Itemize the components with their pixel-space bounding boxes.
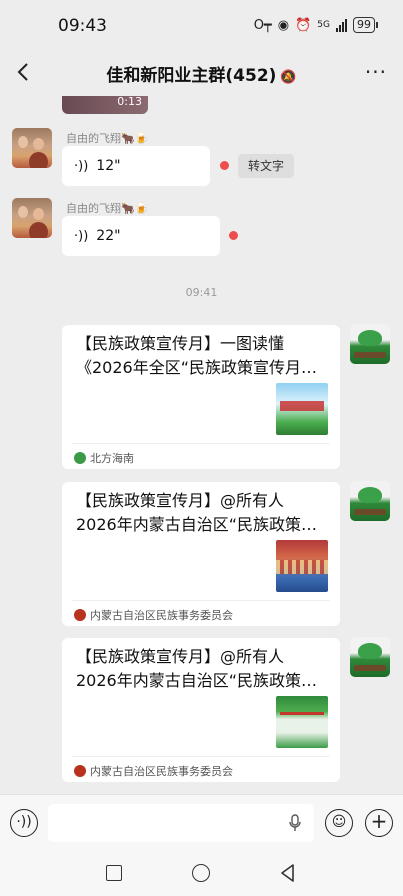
eye-icon: ◉: [277, 17, 290, 33]
card-thumbnail: [276, 540, 328, 592]
article-card[interactable]: 【民族政策宣传月】@所有人 2026年内蒙古自治区“民族政策… 内蒙古自治区民族…: [62, 482, 340, 626]
emoji-icon[interactable]: ☺: [325, 809, 353, 837]
avatar[interactable]: [12, 128, 52, 168]
card-title: 【民族政策宣传月】@所有人 2026年内蒙古自治区“民族政策…: [76, 645, 328, 693]
network-label: 5G: [317, 20, 330, 30]
card-divider: [72, 443, 330, 444]
source-logo-icon: [74, 609, 86, 621]
system-nav-bar: [0, 850, 403, 896]
card-divider: [72, 600, 330, 601]
chat-title-text: 佳和新阳业主群(452): [106, 66, 277, 86]
video-duration: 0:13: [117, 96, 142, 108]
card-title: 【民族政策宣传月】一图读懂 《2026年全区“民族政策宣传月…: [76, 332, 328, 380]
plus-icon[interactable]: +: [365, 809, 393, 837]
voice-wave-icon: ·)): [74, 158, 89, 174]
voice-duration: 22": [96, 228, 121, 244]
source-logo-icon: [74, 452, 86, 464]
message-input[interactable]: [48, 804, 314, 842]
card-source: 北方海南: [74, 450, 134, 466]
message-timestamp: 09:41: [185, 286, 218, 299]
voice-icon[interactable]: ·)): [10, 809, 38, 837]
alarm-icon: ⏰: [295, 17, 312, 33]
voice-message[interactable]: ·)) 22": [62, 216, 220, 256]
card-title-line: 【民族政策宣传月】一图读懂: [76, 334, 285, 353]
status-time: 09:43: [58, 16, 107, 36]
article-card[interactable]: 【民族政策宣传月】一图读懂 《2026年全区“民族政策宣传月… 北方海南: [62, 325, 340, 469]
voice-duration: 12": [96, 158, 121, 174]
square-icon[interactable]: [106, 865, 122, 881]
chat-header: 佳和新阳业主群(452) 🔕 ···: [0, 50, 403, 96]
card-source: 内蒙古自治区民族事务委员会: [74, 607, 233, 623]
chat-title: 佳和新阳业主群(452) 🔕: [0, 61, 403, 86]
card-title-line: 2026年内蒙古自治区“民族政策…: [76, 515, 318, 534]
card-source-name: 北方海南: [90, 452, 134, 465]
unread-dot: [220, 161, 229, 170]
card-title-line: 【民族政策宣传月】@所有人: [76, 647, 285, 666]
status-bar: 09:43 O┯ ◉ ⏰ 5G 99: [0, 0, 403, 50]
message-list[interactable]: 0:13 自由的飞翔🐂🍺 ·)) 12" 转文字 自由的飞翔🐂🍺 ·)) 22"…: [0, 96, 403, 794]
card-title-line: 2026年内蒙古自治区“民族政策…: [76, 671, 318, 690]
mic-icon[interactable]: [288, 814, 302, 832]
battery-icon: 99: [353, 17, 378, 33]
signal-icon: [336, 18, 347, 32]
avatar[interactable]: [350, 324, 390, 364]
source-logo-icon: [74, 765, 86, 777]
triangle-back-icon[interactable]: [278, 863, 298, 883]
bell-off-icon: 🔕: [280, 70, 297, 85]
input-bar: ·)) ☺ +: [0, 794, 403, 850]
video-message[interactable]: 0:13: [62, 96, 148, 114]
article-card[interactable]: 【民族政策宣传月】@所有人 2026年内蒙古自治区“民族政策… 内蒙古自治区民族…: [62, 638, 340, 782]
avatar[interactable]: [350, 481, 390, 521]
card-source: 内蒙古自治区民族事务委员会: [74, 763, 233, 779]
sender-name: 自由的飞翔🐂🍺: [66, 202, 149, 215]
circle-icon[interactable]: [192, 864, 210, 882]
status-icons: O┯ ◉ ⏰ 5G 99: [253, 17, 378, 33]
card-title-line: 【民族政策宣传月】@所有人: [76, 491, 285, 510]
avatar[interactable]: [350, 637, 390, 677]
sender-name: 自由的飞翔🐂🍺: [66, 132, 149, 145]
key-icon: O┯: [253, 17, 272, 33]
avatar[interactable]: [12, 198, 52, 238]
card-source-name: 内蒙古自治区民族事务委员会: [90, 765, 233, 778]
card-divider: [72, 756, 330, 757]
card-title: 【民族政策宣传月】@所有人 2026年内蒙古自治区“民族政策…: [76, 489, 328, 537]
card-title-line: 《2026年全区“民族政策宣传月…: [76, 358, 318, 377]
card-thumbnail: [276, 696, 328, 748]
unread-dot: [229, 231, 238, 240]
to-text-button[interactable]: 转文字: [238, 154, 295, 178]
more-options-button[interactable]: ···: [365, 60, 387, 84]
card-thumbnail: [276, 383, 328, 435]
card-source-name: 内蒙古自治区民族事务委员会: [90, 609, 233, 622]
voice-message[interactable]: ·)) 12": [62, 146, 210, 186]
voice-wave-icon: ·)): [74, 228, 89, 244]
